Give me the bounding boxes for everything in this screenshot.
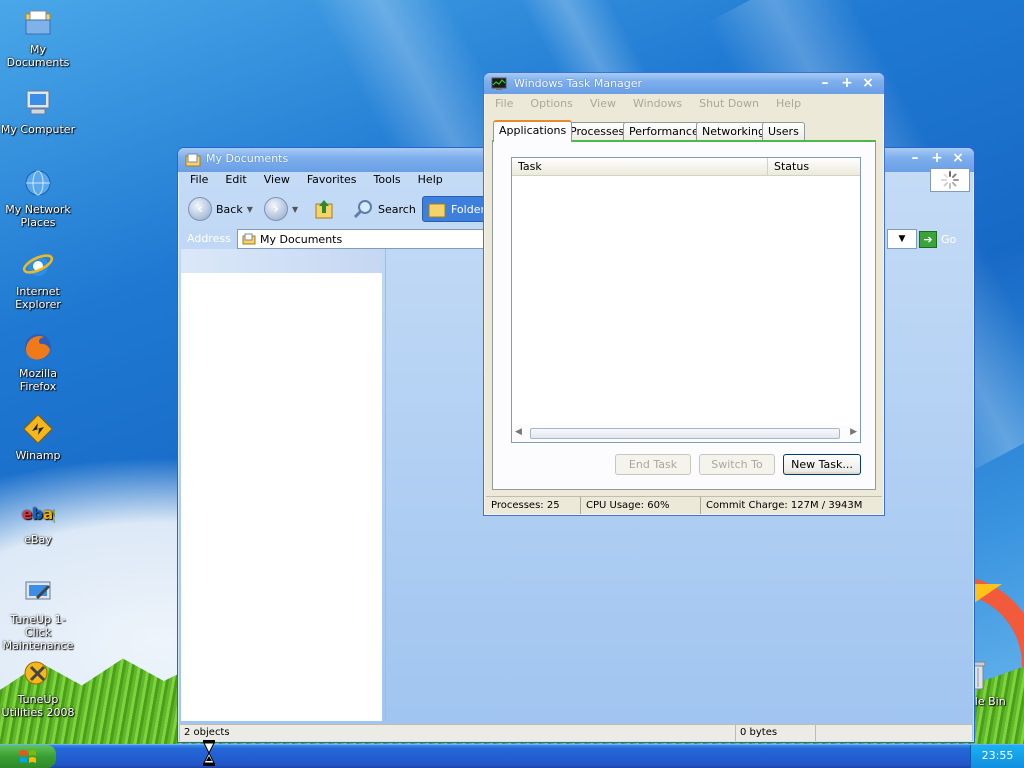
- status-object-count: 2 objects: [180, 725, 736, 741]
- system-tray: 23:55: [970, 745, 1024, 768]
- task-manager-window[interactable]: Windows Task Manager – + × File Options …: [483, 72, 885, 516]
- menu-favorites[interactable]: Favorites: [298, 171, 365, 189]
- menu-file[interactable]: File: [181, 171, 216, 189]
- status-commit: Commit Charge: 127M / 3943M: [706, 500, 863, 511]
- tab-networking[interactable]: Networking: [696, 122, 771, 141]
- task-pane-header: [181, 249, 382, 273]
- minimize-button[interactable]: –: [816, 75, 834, 93]
- switch-to-button[interactable]: Switch To: [699, 454, 775, 475]
- forward-button[interactable]: › ▼: [264, 196, 298, 222]
- desktop-icon-ebay[interactable]: ebay eBay: [0, 496, 76, 546]
- computer-icon: [21, 86, 55, 120]
- close-button[interactable]: ×: [859, 75, 877, 93]
- task-manager-statusbar: Processes: 25 CPU Usage: 60% Commit Char…: [486, 496, 882, 514]
- task-list[interactable]: Task Status ◀ ▶: [511, 157, 861, 443]
- desktop-icon-internet-explorer[interactable]: Internet Explorer: [0, 248, 76, 311]
- ebay-icon: ebay: [21, 496, 55, 530]
- menu-view[interactable]: View: [581, 95, 624, 113]
- winamp-icon: [21, 412, 55, 446]
- chevron-down-icon: ▼: [292, 204, 299, 214]
- chevron-down-icon: ▼: [898, 234, 906, 244]
- chevron-down-icon: ▼: [246, 204, 253, 214]
- status-cpu: CPU Usage: 60%: [581, 497, 701, 514]
- task-manager-icon: [491, 77, 507, 90]
- folder-documents-icon: [185, 153, 201, 167]
- menu-help[interactable]: Help: [409, 171, 451, 189]
- tab-users[interactable]: Users: [762, 122, 805, 141]
- desktop-icon-firefox[interactable]: Mozilla Firefox: [0, 330, 76, 393]
- internet-explorer-icon: [21, 248, 55, 282]
- windows-logo-icon: [20, 749, 36, 763]
- menu-view[interactable]: View: [255, 171, 298, 189]
- status-processes: Processes: 25: [486, 497, 581, 514]
- desktop-icon-my-documents[interactable]: My Documents: [0, 6, 76, 69]
- back-button[interactable]: ‹ Back ▼: [188, 196, 253, 222]
- up-folder-button[interactable]: [314, 196, 334, 222]
- svg-text:ebay: ebay: [22, 505, 55, 523]
- loading-spinner-icon: [941, 171, 959, 189]
- applications-panel: Task Status ◀ ▶ End Task Switch To New T…: [492, 140, 876, 490]
- firefox-icon: [21, 330, 55, 364]
- hourglass-cursor-icon: [203, 740, 215, 766]
- menu-tools[interactable]: Tools: [365, 171, 409, 189]
- tab-processes[interactable]: Processes: [564, 122, 631, 141]
- task-manager-menubar: File Options View Windows Shut Down Help: [486, 95, 882, 113]
- desktop-icon-winamp[interactable]: Winamp: [0, 412, 76, 462]
- tab-applications[interactable]: Applications: [493, 120, 573, 142]
- network-globe-icon: [21, 166, 55, 200]
- search-button[interactable]: Search: [352, 196, 416, 222]
- desktop-icon-tuneup-utilities[interactable]: TuneUp Utilities 2008: [0, 656, 76, 719]
- throbber: [930, 168, 970, 192]
- scroll-right-icon[interactable]: ▶: [850, 427, 857, 437]
- new-task-button[interactable]: New Task...: [783, 454, 861, 475]
- status-zone: [816, 725, 972, 741]
- go-arrow-icon: ➔: [919, 230, 937, 248]
- close-button[interactable]: ×: [949, 150, 967, 168]
- menu-options[interactable]: Options: [521, 95, 580, 113]
- clock[interactable]: 23:55: [982, 749, 1014, 762]
- desktop-icon-network-places[interactable]: My Network Places: [0, 166, 76, 229]
- maximize-button[interactable]: +: [928, 150, 946, 168]
- back-arrow-icon: ‹: [188, 197, 212, 221]
- tuneup-utilities-icon: [21, 656, 55, 690]
- desktop-icon-my-computer[interactable]: My Computer: [0, 86, 76, 136]
- address-input[interactable]: My Documents: [237, 229, 489, 249]
- task-manager-titlebar[interactable]: Windows Task Manager – + ×: [484, 73, 884, 94]
- folder-documents-icon: [242, 233, 256, 245]
- search-icon: [353, 200, 372, 219]
- menu-edit[interactable]: Edit: [216, 171, 254, 189]
- horizontal-scrollbar[interactable]: ◀ ▶: [512, 425, 860, 442]
- column-task[interactable]: Task: [512, 158, 768, 175]
- explorer-title: My Documents: [206, 152, 289, 165]
- explorer-menubar: File Edit View Favorites Tools Help: [181, 171, 451, 189]
- maximize-button[interactable]: +: [838, 75, 856, 93]
- tuneup-maintenance-icon: [21, 576, 55, 610]
- minimize-button[interactable]: –: [906, 150, 924, 168]
- address-dropdown[interactable]: ▼: [887, 229, 917, 249]
- task-manager-title: Windows Task Manager: [514, 77, 643, 90]
- address-label: Address: [187, 232, 231, 245]
- taskbar: 23:55: [0, 740, 1024, 768]
- scroll-left-icon[interactable]: ◀: [515, 427, 522, 437]
- folder-documents-icon: [21, 6, 55, 40]
- forward-arrow-icon: ›: [264, 197, 288, 221]
- explorer-toolbar: ‹ Back ▼ › ▼ Search Folders: [182, 192, 496, 224]
- up-folder-icon: [315, 200, 333, 219]
- menu-file[interactable]: File: [486, 95, 521, 113]
- explorer-task-pane: [181, 249, 382, 721]
- menu-windows[interactable]: Windows: [624, 95, 690, 113]
- start-button[interactable]: [0, 745, 56, 768]
- end-task-button[interactable]: End Task: [615, 454, 691, 475]
- folders-icon: [428, 203, 446, 218]
- tab-performance[interactable]: Performance: [623, 122, 705, 141]
- status-size: 0 bytes: [736, 725, 816, 741]
- menu-shut-down[interactable]: Shut Down: [690, 95, 767, 113]
- task-list-header: Task Status: [512, 158, 860, 176]
- go-button[interactable]: ➔ Go: [919, 229, 956, 249]
- desktop-icon-tuneup-maintenance[interactable]: TuneUp 1-Click Maintenance: [0, 576, 76, 652]
- menu-help[interactable]: Help: [767, 95, 809, 113]
- explorer-statusbar: 2 objects 0 bytes: [180, 724, 972, 741]
- column-status[interactable]: Status: [768, 158, 860, 175]
- scrollbar-thumb[interactable]: [530, 428, 840, 439]
